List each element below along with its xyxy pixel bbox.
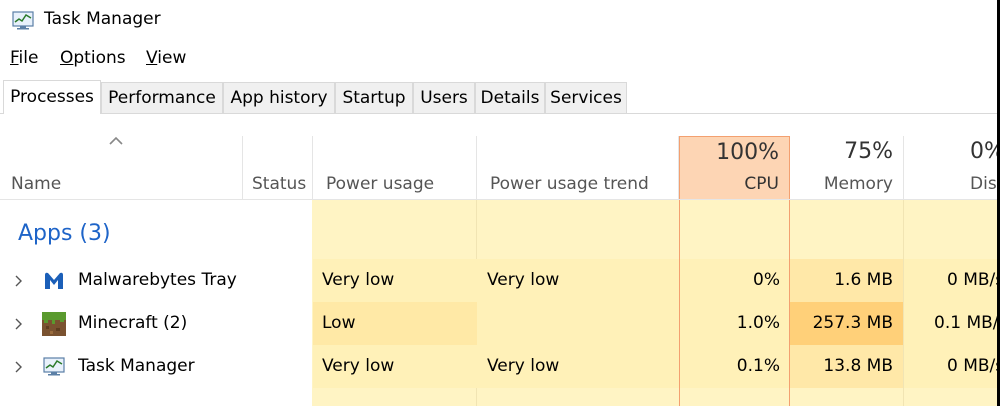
table-row[interactable]: Minecraft (2) Low 1.0% 257.3 MB 0.1 MB/s (0, 302, 997, 345)
chevron-right-icon[interactable] (13, 318, 23, 330)
table-row[interactable]: Malwarebytes Tray Application Very low V… (0, 259, 997, 302)
tab-startup[interactable]: Startup (335, 82, 413, 113)
column-header-power-trend[interactable]: Power usage trend (477, 136, 679, 200)
menu-options-accelerator: O (60, 48, 74, 68)
tab-performance[interactable]: Performance (101, 82, 223, 113)
task-manager-icon (43, 357, 65, 376)
memory-value: 1.6 MB (834, 270, 893, 290)
memory-value: 257.3 MB (812, 313, 893, 333)
column-cpu-label: CPU (744, 174, 779, 194)
menu-options-label: ptions (73, 48, 126, 68)
tab-baseline (0, 113, 997, 114)
title-bar[interactable]: Task Manager (0, 0, 997, 40)
power-trend-value: Very low (487, 356, 560, 376)
column-name-label: Name (11, 174, 62, 194)
process-name: Task Manager (78, 356, 195, 376)
window-title: Task Manager (44, 9, 161, 29)
column-header-name[interactable]: Name (0, 136, 243, 200)
menu-file-accelerator: F (10, 48, 19, 68)
column-header-memory[interactable]: 75% Memory (790, 136, 904, 200)
cpu-value: 0.1% (736, 356, 780, 376)
cpu-value: 1.0% (736, 313, 780, 333)
column-memory-label: Memory (823, 174, 893, 194)
disk-value: 0 MB/s (947, 270, 997, 290)
power-usage-value: Very low (322, 356, 395, 376)
menu-view-accelerator: V (146, 48, 158, 68)
malwarebytes-icon (45, 272, 63, 289)
tab-users[interactable]: Users (413, 82, 475, 113)
column-trend-label: Power usage trend (490, 174, 649, 194)
menu-view-label: iew (157, 48, 187, 68)
menu-bar: File Options View (0, 46, 997, 74)
task-manager-window: Task Manager File Options View Processes… (0, 0, 997, 406)
chevron-right-icon[interactable] (13, 275, 23, 287)
memory-value: 13.8 MB (823, 356, 893, 376)
disk-total-percent: 0% (970, 139, 997, 164)
column-header-cpu[interactable]: 100% CPU (679, 136, 790, 200)
process-name: Malwarebytes Tray Application (78, 270, 238, 290)
group-header-apps[interactable]: Apps (3) (18, 221, 111, 246)
power-trend-value: Very low (487, 270, 560, 290)
header-separator (0, 199, 997, 200)
task-manager-icon (12, 11, 34, 30)
tab-details[interactable]: Details (475, 82, 545, 113)
power-usage-value: Low (322, 313, 356, 333)
column-header-power-usage[interactable]: Power usage (313, 136, 477, 200)
menu-view[interactable]: View (146, 48, 186, 68)
column-disk-label: Disk (970, 174, 997, 194)
table-row[interactable]: Task Manager Very low Very low 0.1% 13.8… (0, 345, 997, 388)
column-status-label: Status (252, 174, 307, 194)
cpu-value: 0% (753, 270, 780, 290)
power-trend-value (487, 302, 672, 345)
column-header-disk[interactable]: 0% Disk (904, 136, 997, 200)
tab-services[interactable]: Services (545, 82, 627, 113)
power-usage-value: Very low (322, 270, 395, 290)
disk-value: 0.1 MB/s (934, 313, 997, 333)
minecraft-icon (42, 312, 66, 336)
process-name: Minecraft (2) (78, 313, 188, 333)
memory-total-percent: 75% (844, 139, 893, 164)
chevron-right-icon[interactable] (13, 361, 23, 373)
disk-value: 0 MB/s (947, 356, 997, 376)
menu-file[interactable]: File (10, 48, 38, 68)
menu-options[interactable]: Options (60, 48, 126, 68)
tab-processes[interactable]: Processes (3, 80, 101, 114)
cpu-total-percent: 100% (716, 140, 779, 165)
menu-file-label: ile (18, 48, 39, 68)
tab-strip: Processes Performance App history Startu… (0, 80, 997, 114)
column-header-status[interactable]: Status (243, 136, 313, 200)
column-power-label: Power usage (326, 174, 435, 194)
tab-app-history[interactable]: App history (223, 82, 335, 113)
